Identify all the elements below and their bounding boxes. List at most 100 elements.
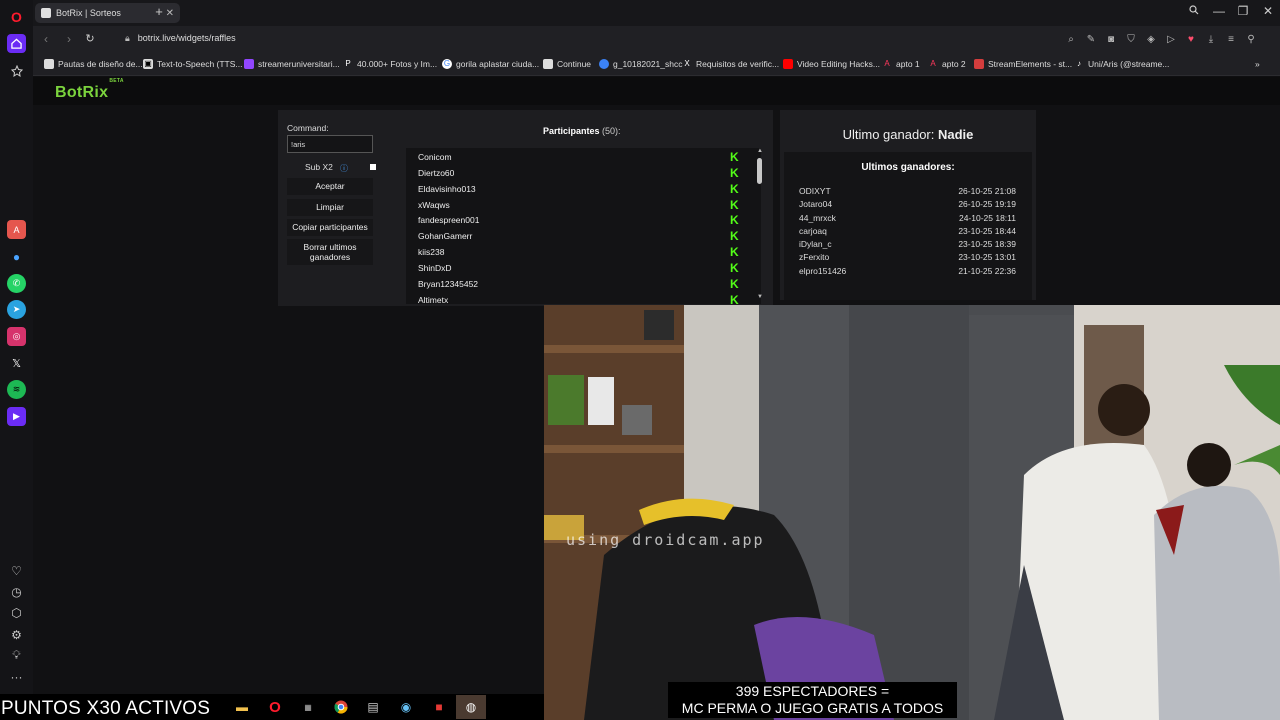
obs-taskbar-icon[interactable]: ◍ [456, 695, 486, 719]
sub-x2-checkbox[interactable] [370, 164, 376, 170]
participant-name: GohanGamerr [418, 231, 473, 241]
winner-name: zFerxito [799, 252, 830, 262]
participant-name: ShinDxD [418, 263, 452, 273]
twitch-icon [244, 59, 254, 69]
extensions-icon[interactable]: ⬡ [7, 603, 26, 622]
participant-name: Bryan12345452 [418, 279, 479, 289]
bookmark-item[interactable]: X Requisitos de verific... [682, 59, 779, 69]
url-field[interactable]: 🔒︎ botrix.live/widgets/raffles [125, 33, 236, 44]
opera-taskbar-icon[interactable]: O [264, 697, 286, 717]
play-icon[interactable]: ▷ [1165, 34, 1177, 46]
more-icon[interactable]: ··· [7, 667, 26, 686]
opera-logo-icon[interactable]: O [7, 7, 26, 26]
bookmark-item[interactable]: Pautas de diseño de... [44, 59, 143, 69]
new-tab-button[interactable]: + [151, 4, 167, 20]
scroll-down-icon[interactable]: ▼ [757, 294, 763, 300]
edit-icon[interactable]: ✎ [1085, 34, 1097, 46]
droidcam-watermark: using droidcam.app [566, 531, 765, 549]
accept-button[interactable]: Aceptar [287, 178, 373, 195]
pinboard-icon[interactable] [7, 61, 26, 80]
game-launcher-taskbar-icon[interactable]: ■ [428, 697, 450, 717]
whatsapp-icon[interactable]: ✆ [7, 274, 26, 293]
vpn-icon[interactable]: ◈ [1145, 34, 1157, 46]
viewers-overlay: 399 ESPECTADORES = MC PERMA O JUEGO GRAT… [668, 682, 957, 718]
clear-button[interactable]: Limpiar [287, 199, 373, 216]
bookmark-item[interactable]: Aapto 1 [882, 59, 919, 69]
botrix-favicon-icon [41, 8, 51, 18]
scroll-up-icon[interactable]: ▲ [757, 148, 763, 154]
bookmark-item[interactable]: StreamElements - st... [974, 59, 1072, 69]
messenger-icon[interactable]: ● [7, 247, 26, 266]
doc-icon [543, 59, 553, 69]
overlay-line-2: MC PERMA O JUEGO GRATIS A TODOS [681, 700, 944, 716]
bookmark-item[interactable]: g_10182021_shcc [599, 59, 682, 69]
search-icon[interactable]: ⌕ [1065, 34, 1077, 46]
participant-name: Eldavisinho013 [418, 184, 476, 194]
camera-icon[interactable]: ◙ [1105, 34, 1117, 46]
bookmark-item[interactable]: P 40.000+ Fotos y Im... [343, 59, 437, 69]
forward-icon[interactable]: › [62, 32, 76, 46]
winners-list: Ultimos ganadores: ODIXYT 26-10-25 21:08… [784, 152, 1032, 300]
close-window-button[interactable]: ✕ [1259, 4, 1277, 18]
participant-name: Conicom [418, 152, 452, 162]
scroll-thumb[interactable] [757, 158, 762, 184]
profile-icon[interactable]: ⚲ [1245, 34, 1257, 46]
bookmark-item[interactable]: streameruniversitari... [244, 59, 340, 69]
back-icon[interactable]: ‹ [39, 32, 53, 46]
favorite-heart-icon[interactable]: ♥ [1185, 34, 1197, 46]
bookmark-item[interactable]: ▣ Text-to-Speech (TTS... [143, 59, 243, 69]
lightbulb-icon[interactable]: 💡︎ [7, 646, 26, 665]
kick-icon: K [730, 198, 739, 212]
participants-scrollbar[interactable]: ▲ ▼ [756, 148, 764, 304]
maximize-button[interactable]: ❐ [1234, 4, 1252, 18]
aria-icon[interactable]: A [7, 220, 26, 239]
last-winner-heading: Ultimo ganador: Nadie [842, 127, 974, 142]
heart-icon[interactable]: ♡ [7, 561, 26, 580]
search-tabs-icon[interactable] [1185, 4, 1203, 18]
x-twitter-icon[interactable]: 𝕏 [7, 354, 26, 373]
chrome-taskbar-icon[interactable] [330, 697, 352, 717]
bookmark-item[interactable]: Video Editing Hacks... [783, 59, 880, 69]
webcam-scene: using droidcam.app [544, 305, 1280, 720]
settings-gear-icon[interactable]: ⚙ [7, 625, 26, 644]
kick-icon: K [730, 293, 739, 304]
kick-icon: K [730, 182, 739, 196]
airbnb-icon: A [884, 59, 890, 68]
history-icon[interactable]: ◷ [7, 582, 26, 601]
telegram-icon[interactable]: ➤ [7, 300, 26, 319]
menu-icon[interactable]: ≡ [1225, 34, 1237, 46]
file-explorer-icon[interactable]: ▬ [231, 697, 253, 717]
youtube-icon [783, 59, 793, 69]
raffle-panel: Command: Sub X2 ⓘ Aceptar Limpiar Copiar… [278, 110, 773, 306]
bookmark-item[interactable]: Aapto 2 [928, 59, 965, 69]
bookmark-item[interactable]: ♪ Uni/Aris (@streame... [1074, 59, 1169, 69]
app-taskbar-icon[interactable]: ▦ [297, 697, 319, 717]
kick-icon: K [730, 166, 739, 180]
botrix-logo[interactable]: BotRixBETA [55, 78, 124, 102]
minimize-button[interactable]: — [1210, 4, 1228, 18]
airbnb-icon: A [930, 59, 936, 68]
overlay-line-1: 399 ESPECTADORES = [735, 683, 890, 699]
download-icon[interactable]: ⤓ [1205, 34, 1217, 46]
steam-taskbar-icon[interactable]: ◉ [395, 697, 417, 717]
info-icon: ⓘ [340, 164, 348, 173]
spotify-icon[interactable]: ≋ [7, 380, 26, 399]
reload-icon[interactable]: ↻ [83, 32, 97, 45]
shield-icon[interactable]: ⛉ [1125, 34, 1137, 46]
copy-participants-button[interactable]: Copiar participantes [287, 219, 373, 236]
command-input[interactable] [287, 135, 373, 153]
bookmark-item[interactable]: Ggorila aplastar ciuda... [442, 59, 539, 69]
bookmark-item[interactable]: Continue [543, 59, 591, 69]
kick-icon: K [730, 229, 739, 243]
tab-title: BotRix | Sorteos [56, 8, 121, 18]
participant-name: Diertzo60 [418, 168, 455, 178]
instagram-icon[interactable]: ◎ [7, 327, 26, 346]
home-icon[interactable] [7, 34, 26, 53]
participants-list[interactable]: Conicom Diertzo60 Eldavisinho013 xWaqws … [406, 148, 761, 304]
bookmarks-more-icon[interactable]: » [1255, 59, 1260, 69]
calculator-taskbar-icon[interactable]: ▤ [362, 697, 384, 717]
player-icon[interactable]: ▶ [7, 407, 26, 426]
kick-icon: K [730, 277, 739, 291]
delete-winners-button[interactable]: Borrar ultimos ganadores [287, 239, 373, 265]
x-icon: X [684, 59, 690, 68]
